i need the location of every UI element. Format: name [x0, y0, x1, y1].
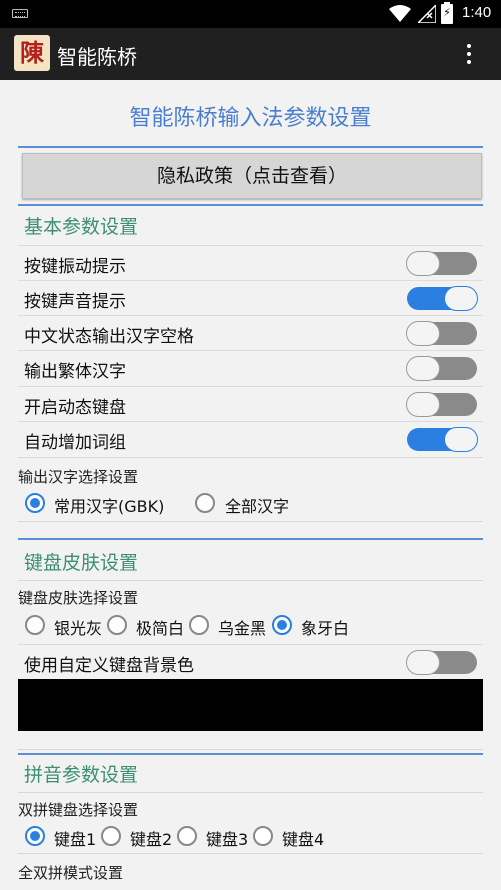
custom-bg-color-swatch[interactable]: [18, 679, 483, 731]
full-mode-label: 全双拼模式设置: [18, 864, 124, 882]
keyboard1-radio[interactable]: [25, 826, 45, 846]
skin-black-radio[interactable]: [189, 615, 209, 635]
charset-label: 输出汉字选择设置: [18, 468, 139, 486]
toggle-label: 使用自定义键盘背景色: [24, 656, 194, 676]
settings-content[interactable]: 智能陈桥输入法参数设置 隐私政策（点击查看） 基本参数设置 按键振动提示 按键声…: [0, 80, 501, 890]
custom-bg-switch[interactable]: [406, 650, 477, 675]
divider: [18, 204, 483, 206]
divider: [18, 580, 483, 581]
skin-label: 键盘皮肤选择设置: [18, 589, 139, 607]
wifi-icon: [389, 5, 411, 22]
overflow-menu-icon[interactable]: [464, 42, 474, 66]
skin-white-radio[interactable]: [107, 615, 127, 635]
divider: [18, 853, 483, 854]
radio-label[interactable]: 键盘1: [54, 826, 96, 850]
radio-label[interactable]: 极简白: [136, 615, 184, 639]
battery-charging-icon: [441, 2, 453, 24]
page-title: 智能陈桥输入法参数设置: [129, 106, 372, 131]
vibration-switch[interactable]: [406, 251, 477, 276]
toggle-row[interactable]: 使用自定义键盘背景色: [18, 644, 483, 679]
toggle-label: 按键振动提示: [24, 257, 126, 277]
divider: [18, 749, 483, 750]
keyboard-icon: [12, 9, 28, 18]
divider: [18, 538, 483, 540]
radio-label[interactable]: 键盘2: [130, 826, 172, 850]
status-bar: 1:40: [0, 0, 501, 28]
app-logo: 陳: [14, 35, 50, 71]
radio-label[interactable]: 常用汉字(GBK): [54, 493, 164, 517]
radio-label[interactable]: 象牙白: [301, 615, 349, 639]
skin-ivory-radio[interactable]: [272, 615, 292, 635]
radio-label[interactable]: 键盘4: [282, 826, 324, 850]
section-header-skin: 键盘皮肤设置: [24, 552, 139, 574]
skin-silver-radio[interactable]: [25, 615, 45, 635]
divider: [18, 753, 483, 755]
app-bar: 陳 智能陈桥: [0, 28, 501, 80]
keyboard2-radio[interactable]: [101, 826, 121, 846]
auto-phrase-switch[interactable]: [407, 427, 478, 452]
charset-all-radio[interactable]: [195, 493, 215, 513]
clock: 1:40: [462, 4, 492, 21]
toggle-row[interactable]: 输出繁体汉字: [18, 350, 483, 385]
section-header-pinyin: 拼音参数设置: [24, 764, 139, 786]
radio-label[interactable]: 全部汉字: [225, 493, 289, 517]
toggle-label: 中文状态输出汉字空格: [24, 327, 194, 347]
sound-switch[interactable]: [407, 286, 478, 311]
toggle-row[interactable]: 开启动态键盘: [18, 386, 483, 421]
toggle-row[interactable]: 按键振动提示: [18, 245, 483, 280]
divider: [18, 792, 483, 793]
keyboard3-radio[interactable]: [177, 826, 197, 846]
divider: [18, 146, 483, 148]
toggle-row[interactable]: 按键声音提示: [18, 280, 483, 315]
toggle-label: 自动增加词组: [24, 433, 126, 453]
chinese-space-switch[interactable]: [406, 321, 477, 346]
toggle-label: 输出繁体汉字: [24, 362, 126, 382]
no-signal-icon: [418, 5, 436, 23]
toggle-row[interactable]: 自动增加词组: [18, 421, 483, 456]
traditional-chinese-switch[interactable]: [406, 356, 477, 381]
section-header-basic: 基本参数设置: [24, 216, 139, 238]
radio-label[interactable]: 银光灰: [54, 615, 102, 639]
divider: [18, 521, 483, 522]
toggle-label: 开启动态键盘: [24, 398, 126, 418]
privacy-policy-button[interactable]: 隐私政策（点击查看）: [22, 153, 482, 199]
shuangpin-label: 双拼键盘选择设置: [18, 801, 139, 819]
keyboard4-radio[interactable]: [253, 826, 273, 846]
app-title: 智能陈桥: [57, 45, 137, 69]
radio-label[interactable]: 乌金黑: [218, 615, 266, 639]
divider: [18, 457, 483, 458]
toggle-row[interactable]: 中文状态输出汉字空格: [18, 315, 483, 350]
dynamic-keyboard-switch[interactable]: [406, 392, 477, 417]
toggle-label: 按键声音提示: [24, 292, 126, 312]
radio-label[interactable]: 键盘3: [206, 826, 248, 850]
charset-gbk-radio[interactable]: [25, 493, 45, 513]
